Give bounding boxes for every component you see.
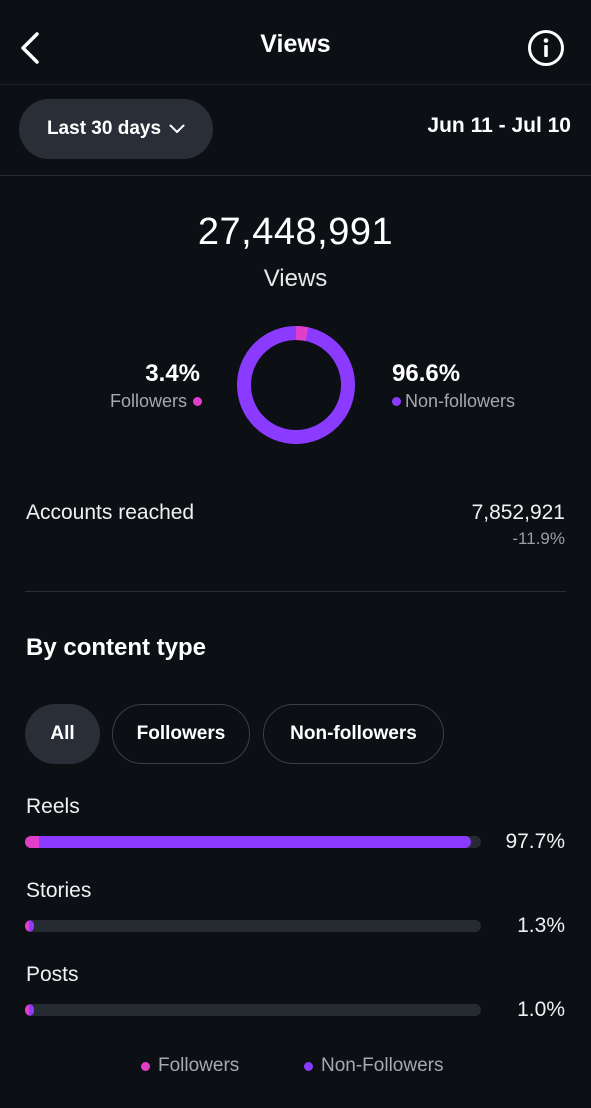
- date-range-text: Jun 11 - Jul 10: [427, 114, 571, 137]
- legend-followers-label: Followers: [158, 1055, 240, 1076]
- followers-legend: Followers: [60, 391, 202, 412]
- nonfollowers-dot: [392, 397, 401, 406]
- content-bar-stories: [25, 920, 481, 932]
- chip-followers[interactable]: Followers: [112, 704, 250, 764]
- content-row-pct-stories: 1.3%: [517, 914, 565, 937]
- nonfollowers-label: Non-followers: [405, 391, 516, 411]
- donut-nonfollowers-arc: [237, 326, 355, 444]
- date-range-dropdown-label: Last 30 days: [46, 118, 162, 139]
- content-row-pct-posts: 1.0%: [517, 998, 565, 1021]
- views-donut-chart: [237, 326, 355, 444]
- content-bar-posts: [25, 1004, 481, 1016]
- followers-label: Followers: [109, 391, 187, 411]
- section-title: By content type: [26, 634, 207, 661]
- page-title: Views: [260, 30, 331, 58]
- legend-nonfollowers: Non-Followers: [304, 1055, 443, 1077]
- divider: [25, 591, 566, 592]
- bar-followers-segment: [25, 836, 39, 848]
- legend-followers: Followers: [141, 1055, 239, 1077]
- content-bar-reels: [25, 836, 481, 848]
- followers-percent: 3.4%: [145, 360, 200, 387]
- nonfollowers-dot: [304, 1061, 313, 1071]
- nonfollowers-percent: 96.6%: [392, 360, 461, 387]
- chip-all[interactable]: All: [25, 704, 100, 764]
- info-icon: [528, 30, 564, 66]
- total-views-value: 27,448,991: [197, 211, 394, 253]
- date-range-dropdown[interactable]: Last 30 days: [19, 99, 213, 159]
- content-row-pct-reels: 97.7%: [505, 830, 565, 853]
- content-row-label-reels: Reels: [26, 795, 80, 818]
- content-row-label-stories: Stories: [26, 879, 92, 902]
- chip-non-followers[interactable]: Non-followers: [263, 704, 444, 764]
- accounts-reached-label: Accounts reached: [26, 501, 195, 524]
- content-row-label-posts: Posts: [26, 963, 79, 986]
- chevron-down-icon: [169, 124, 185, 133]
- bar-nonfollowers-segment: [38, 836, 471, 848]
- divider: [0, 175, 591, 176]
- bar-nonfollowers-segment: [29, 920, 34, 932]
- info-button[interactable]: [524, 26, 568, 70]
- followers-dot: [193, 397, 202, 406]
- bar-nonfollowers-segment: [29, 1004, 34, 1016]
- total-views-label: Views: [263, 265, 328, 292]
- accounts-reached-change: -11.9%: [512, 529, 565, 548]
- accounts-reached-value: 7,852,921: [471, 501, 565, 524]
- legend-nonfollowers-label: Non-Followers: [321, 1055, 444, 1076]
- followers-dot: [141, 1061, 150, 1071]
- nonfollowers-legend: Non-followers: [392, 391, 515, 412]
